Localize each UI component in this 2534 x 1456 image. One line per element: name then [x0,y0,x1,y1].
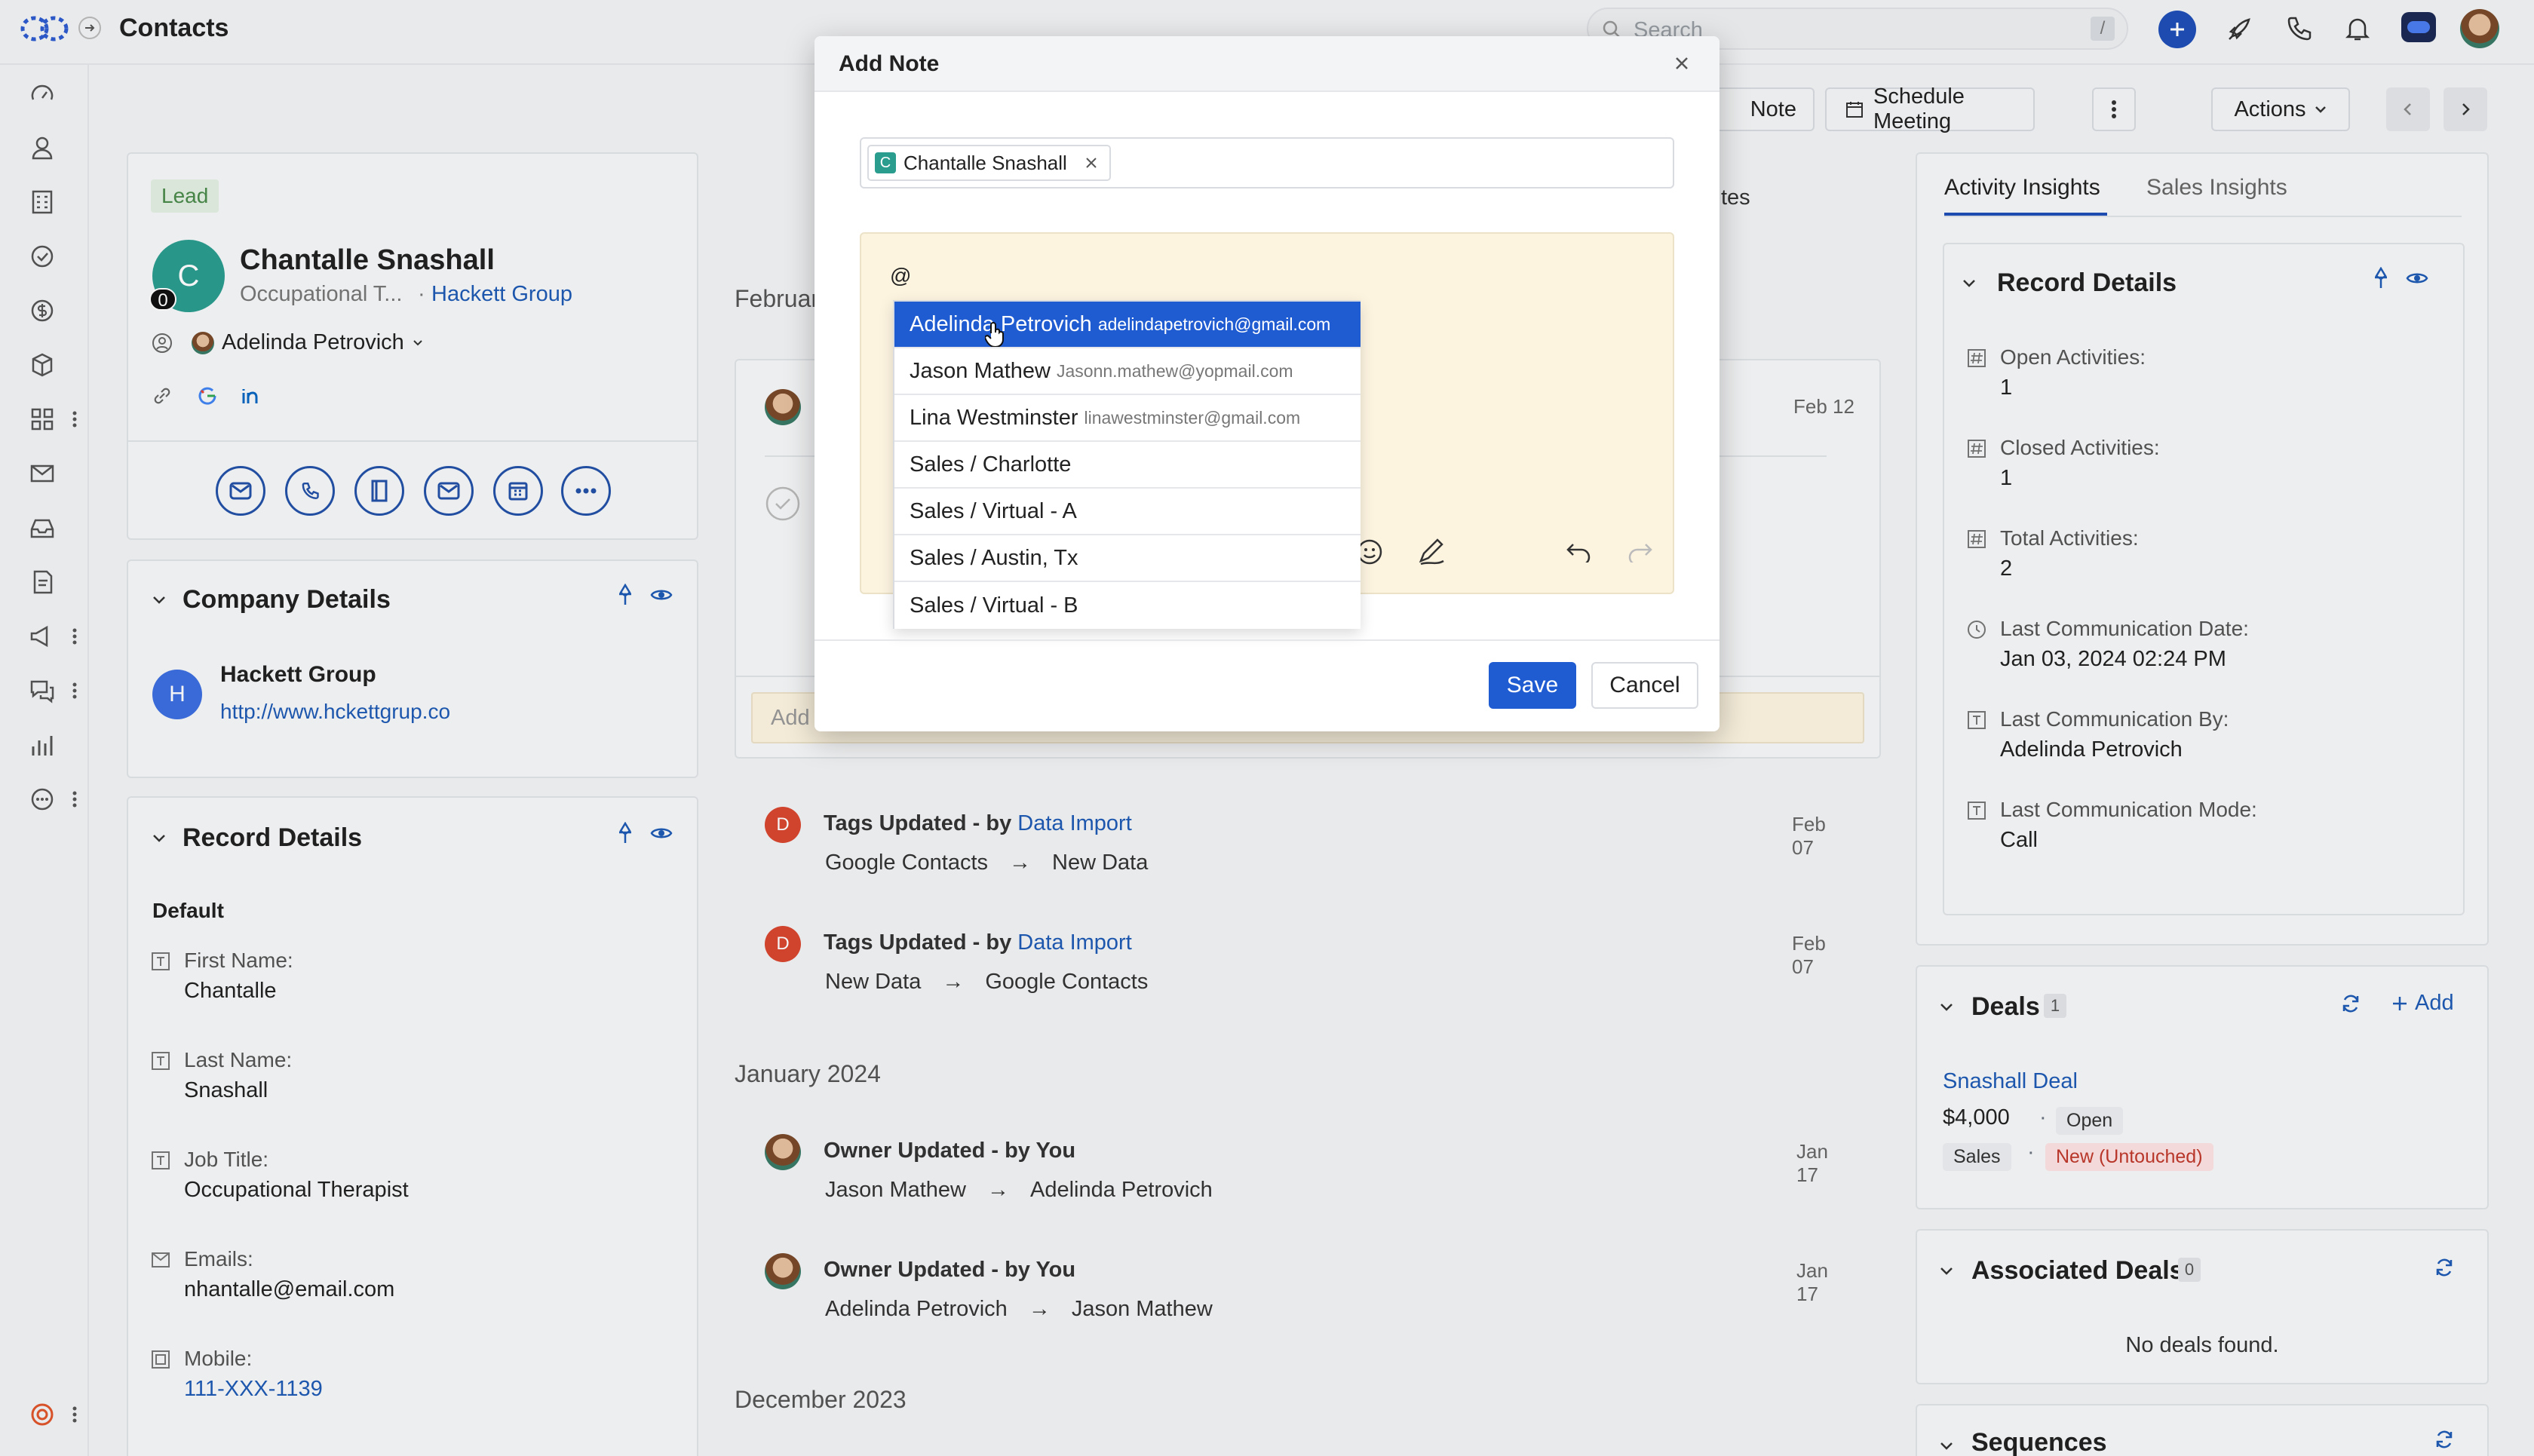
chip-label: Chantalle Snashall [903,151,1067,174]
mention-option[interactable]: Sales / Austin, Tx [894,535,1361,582]
mention-option[interactable]: Sales / Charlotte [894,442,1361,489]
signature-pen-icon[interactable] [1416,535,1448,567]
editor-text: @ [890,264,912,287]
mention-option-name: Sales / Virtual - B [910,593,1078,618]
mention-option[interactable]: Lina Westminster linawestminster@gmail.co… [894,395,1361,442]
mention-dropdown: Adelinda Petrovich adelindapetrovich@gmai… [893,300,1361,629]
modal-title: Add Note [839,51,940,76]
modal-header: Add Note [814,36,1720,92]
add-note-modal: Add Note C Chantalle Snashall @ Adelinda… [814,36,1720,731]
chip-remove-icon[interactable] [1084,155,1099,170]
mention-option-email: linawestminster@gmail.com [1084,407,1301,428]
mention-option[interactable]: Adelinda Petrovich adelindapetrovich@gmai… [894,302,1361,348]
related-to-field[interactable]: C Chantalle Snashall [860,137,1674,189]
mention-option-name: Lina Westminster [910,405,1078,430]
mention-option-name: Sales / Charlotte [910,452,1072,477]
undo-icon[interactable] [1566,540,1593,562]
mention-option[interactable]: Sales / Virtual - A [894,489,1361,535]
mention-option-email: Jasonn.mathew@yopmail.com [1057,360,1293,381]
save-button[interactable]: Save [1489,662,1576,709]
chip-avatar: C [875,152,896,173]
cancel-button[interactable]: Cancel [1591,662,1698,709]
mention-option-name: Sales / Virtual - A [910,498,1077,523]
related-contact-chip[interactable]: C Chantalle Snashall [867,145,1111,181]
mention-option[interactable]: Sales / Virtual - B [894,582,1361,629]
mention-option-email: adelindapetrovich@gmail.com [1097,314,1331,334]
close-icon[interactable] [1673,54,1691,72]
hand-cursor-icon [985,321,1006,347]
mention-option-name: Sales / Austin, Tx [910,545,1078,570]
mention-option[interactable]: Jason Mathew Jasonn.mathew@yopmail.com [894,348,1361,395]
modal-footer-divider [814,639,1720,641]
chip-avatar-letter: C [879,154,891,171]
mention-option-name: Jason Mathew [910,358,1051,383]
redo-icon[interactable] [1626,540,1653,562]
